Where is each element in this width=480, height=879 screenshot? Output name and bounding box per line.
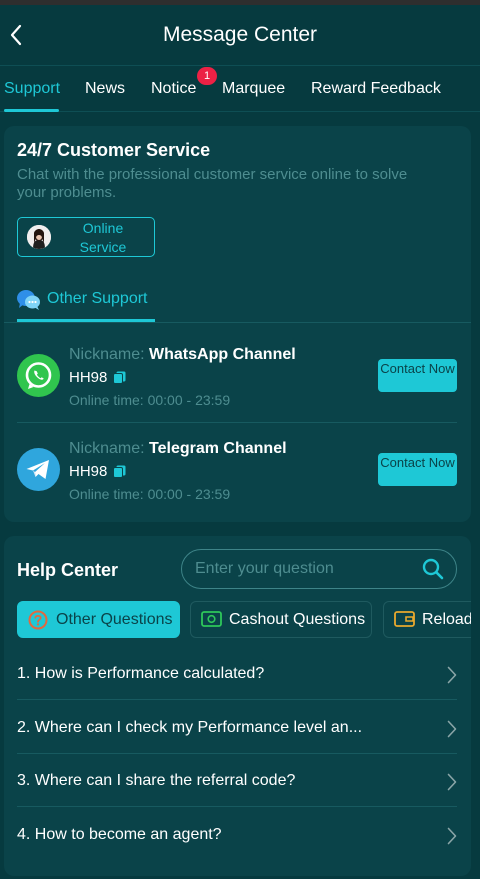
help-center-title: Help Center [17,560,119,580]
chevron-right-icon [447,773,457,791]
channel-telegram: Nickname: Telegram Channel HH98 Online t… [4,429,471,519]
nickname-label: Nickname: [69,440,145,457]
category-label: Cashout Questions [229,611,366,628]
nickname-value: WhatsApp Channel [149,346,296,363]
tab-bar: Support News Notice 1 Marquee Reward Fee… [0,65,480,112]
tab-news[interactable]: News [85,66,125,112]
channel-online-time: Online time: 00:00 - 23:59 [69,486,230,502]
channel-id-row: HH98 [69,463,126,480]
channel-id: HH98 [69,463,108,480]
contact-now-button[interactable]: Contact Now [378,359,457,392]
tab-notice[interactable]: Notice [151,66,196,112]
tab-support[interactable]: Support [4,66,60,112]
chevron-right-icon [447,666,457,684]
chevron-right-icon [447,827,457,845]
category-cashout-questions[interactable]: Cashout Questions [190,601,372,638]
channel-nickname: Nickname: WhatsApp Channel [69,346,296,364]
tab-active-indicator [4,109,59,112]
help-search-box [181,549,457,589]
online-time-label: Online time: [69,392,144,408]
help-center-card: Help Center Other Questions Cashout Ques… [4,536,471,876]
channel-id: HH98 [69,369,108,386]
whatsapp-icon [17,354,60,397]
question-category-tabs: Other Questions Cashout Questions Reload [17,601,471,639]
support-title: 24/7 Customer Service [17,140,211,160]
faq-question: 2. Where can I check my Performance leve… [17,719,363,736]
cash-icon [201,611,222,627]
nickname-label: Nickname: [69,346,145,363]
agent-avatar [27,225,51,249]
page-title: Message Center [162,23,318,46]
online-service-label: Online Service [79,220,127,255]
support-card: 24/7 Customer Service Chat with the prof… [4,126,471,522]
copy-icon[interactable] [113,465,126,478]
faq-item[interactable]: 2. Where can I check my Performance leve… [17,701,457,754]
chevron-right-icon [447,720,457,738]
online-time-value: 00:00 - 23:59 [147,486,231,502]
divider [17,422,457,423]
question-circle-icon [28,610,48,630]
other-support-label: Other Support [47,290,148,307]
other-support-tab[interactable]: Other Support [17,286,155,322]
header: Message Center [0,5,480,65]
channel-online-time: Online time: 00:00 - 23:59 [69,392,230,408]
category-label: Reload [422,611,471,628]
tab-reward-feedback[interactable]: Reward Feedback [311,66,441,112]
copy-icon[interactable] [113,371,126,384]
divider [4,322,471,323]
support-description: Chat with the professional customer serv… [17,166,408,201]
contact-now-button[interactable]: Contact Now [378,453,457,486]
notice-badge: 1 [197,67,217,85]
channel-whatsapp: Nickname: WhatsApp Channel HH98 Online t… [4,335,471,425]
online-service-button[interactable]: Online Service [17,217,155,257]
category-other-questions[interactable]: Other Questions [17,601,180,638]
back-button[interactable] [4,21,28,49]
channel-id-row: HH98 [69,369,126,386]
search-input[interactable] [195,550,415,588]
faq-question: 4. How to become an agent? [17,826,222,843]
faq-item[interactable]: 4. How to become an agent? [17,808,457,861]
online-time-value: 00:00 - 23:59 [147,392,231,408]
channel-nickname: Nickname: Telegram Channel [69,440,287,458]
category-label: Other Questions [56,611,173,628]
faq-item[interactable]: 1. How is Performance calculated? [17,647,457,700]
chat-bubbles-icon [17,290,40,310]
tab-marquee[interactable]: Marquee [222,66,285,112]
telegram-icon [17,448,60,491]
online-time-label: Online time: [69,486,144,502]
chevron-left-icon [10,24,22,46]
faq-question: 3. Where can I share the referral code? [17,772,296,789]
faq-item[interactable]: 3. Where can I share the referral code? [17,754,457,807]
nickname-value: Telegram Channel [149,440,287,457]
faq-question: 1. How is Performance calculated? [17,665,265,682]
search-icon[interactable] [422,558,444,580]
category-reload[interactable]: Reload [383,601,471,638]
wallet-icon [394,611,415,627]
